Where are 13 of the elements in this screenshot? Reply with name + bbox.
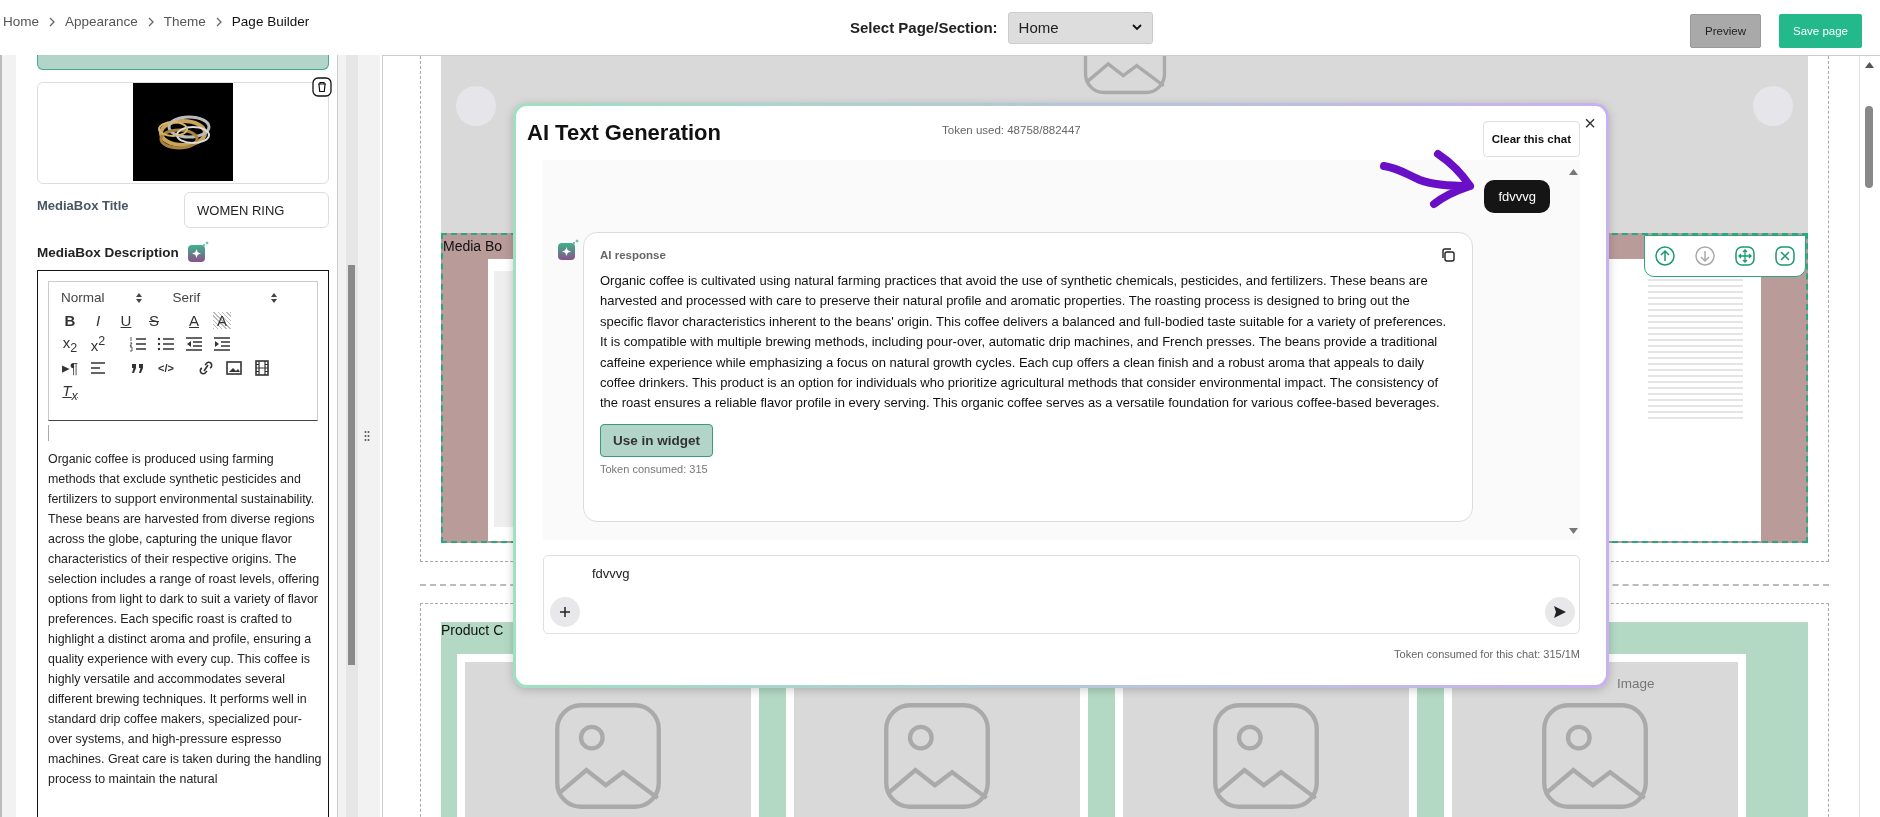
response-text: Organic coffee is cultivated using natural farming practices that avoid the use of synthetic chemicals, pesticides, and fertilizers. These beans are harvested and processed with care to preserve their natural profile and aromatic properties. The roasting process is designed to bring out the specific flavor characteristics inherent to the beans' origin. This coffee delivers a balanced and full-bodied taste suitable for a variety of preferences. It is compatible with multiple brewing methods, including pour-over, automatic drip machines, and French presses. The beans provide a traditional caffeine experience while emphasizing a focus on natural growth cycles. Each cup offers a clean finish and a robust aroma that appeals to daily coffee drinkers. This product is an option for individuals who prioritize agricultural methods that consider environmental impact. The consistency of the roast ensures a reliable flavor profile in every serving. This organic coffee serves as a versatile foundation for various coffee-based beverages. [600, 272, 1448, 413]
widget-label: Product C [441, 622, 504, 638]
response-label: AI response [600, 249, 666, 261]
select-label: Select Page/Section: [850, 19, 998, 36]
token-usage: Token used: 48758/882447 [942, 124, 1082, 136]
card-caption: Image [1617, 676, 1655, 691]
token-consumed: Token consumed: 315 [600, 462, 709, 475]
field-label: MediaBox Description [37, 244, 179, 260]
field-label: MediaBox Title [37, 197, 129, 213]
user-message: fdvvvg [1484, 180, 1550, 213]
widget-label: Media Bo [443, 238, 503, 254]
dialog-title: AI Text Generation [527, 120, 722, 146]
editor-text: Organic coffee is produced using farming methods that exclude synthetic pesticides and fertilizers to support environmental sustainability. These beans are harvested from diverse regions across the globe, capturing the unique flavor characteristics of their respective origins. The selection includes a range of roast levels, offering options from light to dark to suit a variety of flavor preferences. Each specific roast is crafted to highlight a distinct aroma and profile, ensuring a quality experience with every cup. This coffee is highly versatile and accommodates several different brewing techniques. It performs well in standard drip coffee makers, specialized pour-over systems, and high-pressure espresso machines. Great care is taken during the handling process to maintain the natural [48, 451, 322, 788]
